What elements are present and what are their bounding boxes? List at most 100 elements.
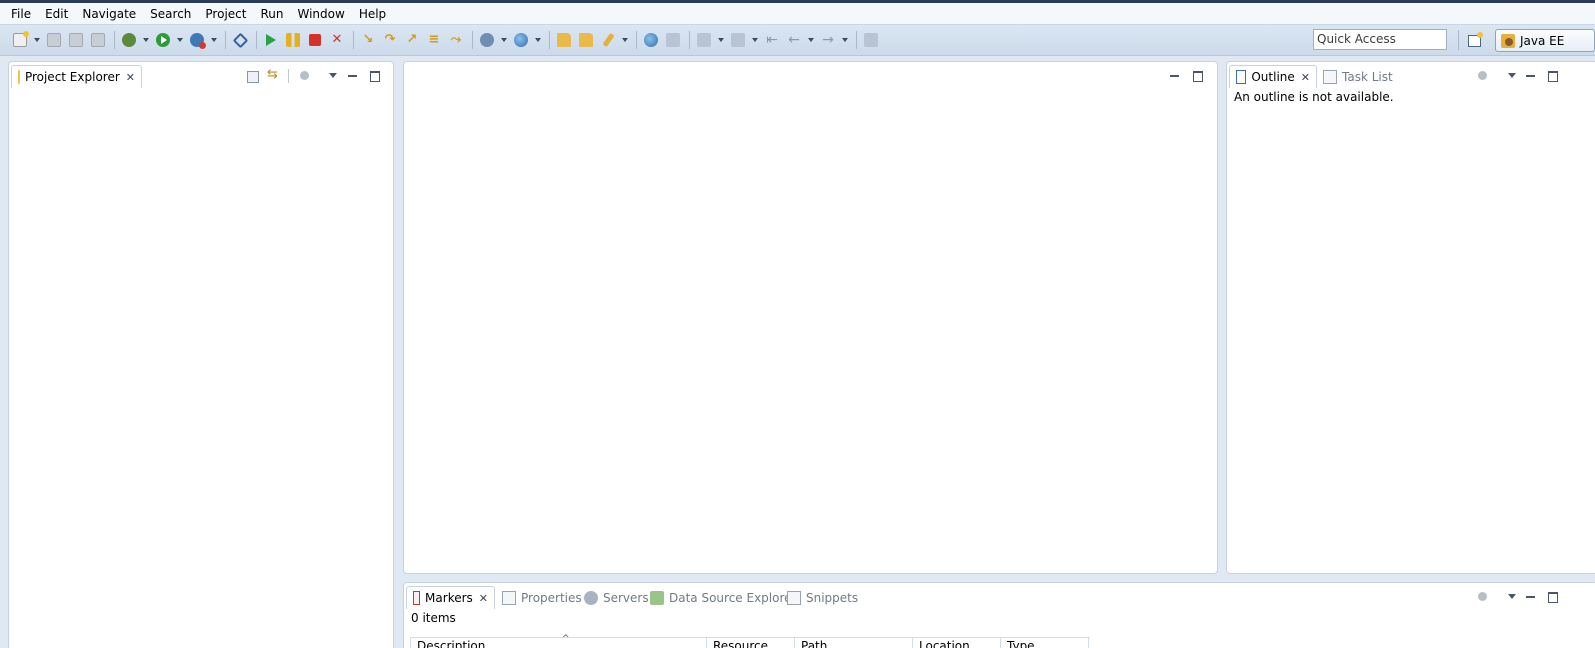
search-dropdown[interactable] (620, 30, 629, 50)
next-annotation-button[interactable] (694, 30, 714, 50)
disconnect-icon: ✕ (331, 32, 343, 47)
tab-label: Properties (521, 590, 582, 605)
outline-view: Outline ✕ Task List An outline is not av… (1226, 61, 1595, 574)
tab-task-list[interactable]: Task List (1317, 65, 1399, 88)
menu-file[interactable]: File (4, 4, 38, 24)
quick-access-input[interactable]: Quick Access (1313, 29, 1447, 50)
column-header-location[interactable]: Location (913, 638, 1001, 648)
disconnect-button[interactable]: ✕ (327, 30, 347, 50)
open-type-icon (557, 33, 571, 47)
column-header-resource[interactable]: Resource (707, 638, 795, 648)
maximize-icon[interactable] (1190, 68, 1206, 84)
search-button[interactable] (598, 30, 618, 50)
terminate-button[interactable] (305, 30, 325, 50)
open-type-button[interactable] (554, 30, 574, 50)
toolbar-separator (856, 31, 857, 49)
perspective-java-ee-button[interactable]: Java EE (1495, 29, 1595, 52)
view-menu-icon[interactable] (326, 68, 342, 84)
save-button[interactable] (44, 30, 64, 50)
tab-snippets[interactable]: Snippets (781, 586, 864, 609)
minimize-icon[interactable] (1523, 589, 1539, 605)
menu-navigate[interactable]: Navigate (75, 4, 143, 24)
step-filters-icon: ⤳ (450, 32, 462, 47)
close-icon[interactable]: ✕ (1301, 71, 1310, 84)
project-explorer-view: Project Explorer ✕ (8, 61, 394, 648)
close-icon[interactable]: ✕ (479, 592, 488, 605)
menu-window[interactable]: Window (290, 4, 351, 24)
tab-label: Snippets (806, 590, 859, 605)
maximize-icon[interactable] (1545, 589, 1561, 605)
open-task-button[interactable] (576, 30, 596, 50)
maximize-icon[interactable] (367, 68, 383, 84)
focus-icon[interactable] (297, 68, 313, 84)
menu-run[interactable]: Run (253, 4, 290, 24)
previous-annotation-button[interactable] (728, 30, 748, 50)
suspend-button[interactable] (283, 30, 303, 50)
new-class-button[interactable] (511, 30, 531, 50)
mark-occurrences-icon (666, 33, 680, 47)
new-dropdown[interactable] (32, 30, 41, 50)
back-button[interactable]: ← (784, 30, 804, 50)
step-into-button[interactable]: ↘ (358, 30, 378, 50)
print-icon (91, 33, 105, 47)
step-over-button[interactable]: ↷ (380, 30, 400, 50)
new-class-dropdown[interactable] (533, 30, 542, 50)
minimize-icon[interactable] (345, 68, 361, 84)
maximize-icon[interactable] (1545, 68, 1561, 84)
new-button[interactable] (10, 30, 30, 50)
step-into-icon: ↘ (362, 32, 374, 47)
tab-properties[interactable]: Properties (496, 586, 588, 609)
menu-help[interactable]: Help (352, 4, 393, 24)
new-server-dropdown[interactable] (499, 30, 508, 50)
class-icon (514, 33, 528, 47)
use-step-filters-button[interactable]: ⤳ (446, 30, 466, 50)
close-icon[interactable]: ✕ (126, 71, 135, 84)
focus-icon[interactable] (1475, 589, 1491, 605)
column-header-path[interactable]: Path (795, 638, 913, 648)
toggle-mark-occurrences-button[interactable] (663, 30, 683, 50)
collapse-all-icon[interactable] (245, 68, 261, 84)
pin-editor-button[interactable] (861, 30, 881, 50)
open-web-browser-button[interactable] (641, 30, 661, 50)
next-annotation-dropdown[interactable] (716, 30, 725, 50)
tab-data-source-explorer[interactable]: Data Source Explorer (644, 586, 802, 609)
last-edit-icon: ⇤ (766, 32, 778, 48)
back-dropdown[interactable] (806, 30, 815, 50)
tab-outline[interactable]: Outline ✕ (1229, 65, 1317, 88)
external-tools-dropdown[interactable] (209, 30, 218, 50)
step-return-button[interactable]: ↗ (402, 30, 422, 50)
view-menu-icon[interactable] (1505, 68, 1521, 84)
debug-dropdown[interactable] (141, 30, 150, 50)
new-server-button[interactable] (477, 30, 497, 50)
run-button[interactable] (153, 30, 173, 50)
debug-button[interactable] (119, 30, 139, 50)
previous-annotation-dropdown[interactable] (750, 30, 759, 50)
resume-button[interactable] (261, 30, 281, 50)
last-edit-location-button[interactable]: ⇤ (762, 30, 782, 50)
menu-edit[interactable]: Edit (38, 4, 75, 24)
run-dropdown[interactable] (175, 30, 184, 50)
view-menu-icon[interactable] (1505, 589, 1521, 605)
column-header-description[interactable]: Description (411, 638, 707, 648)
menu-search[interactable]: Search (143, 4, 198, 24)
tab-label: Task List (1342, 69, 1393, 84)
drop-to-frame-button[interactable]: ≡ (424, 30, 444, 50)
print-button[interactable] (88, 30, 108, 50)
link-with-editor-icon[interactable] (266, 67, 282, 84)
focus-icon[interactable] (1475, 68, 1491, 84)
save-all-button[interactable] (66, 30, 86, 50)
skip-breakpoints-button[interactable] (230, 30, 250, 50)
external-tools-button[interactable] (187, 30, 207, 50)
tab-markers[interactable]: Markers ✕ (406, 586, 495, 609)
minimize-icon[interactable] (1523, 68, 1539, 84)
view-header: Markers ✕ Properties Servers Data Source… (404, 583, 1595, 609)
forward-button[interactable]: → (818, 30, 838, 50)
column-header-type[interactable]: Type (1001, 638, 1089, 648)
forward-dropdown[interactable] (840, 30, 849, 50)
tab-label: Servers (603, 590, 649, 605)
open-perspective-icon[interactable] (1467, 32, 1483, 48)
menu-project[interactable]: Project (198, 4, 253, 24)
tab-project-explorer[interactable]: Project Explorer ✕ (11, 65, 142, 88)
minimize-icon[interactable] (1167, 68, 1183, 84)
next-annotation-icon (697, 33, 711, 47)
